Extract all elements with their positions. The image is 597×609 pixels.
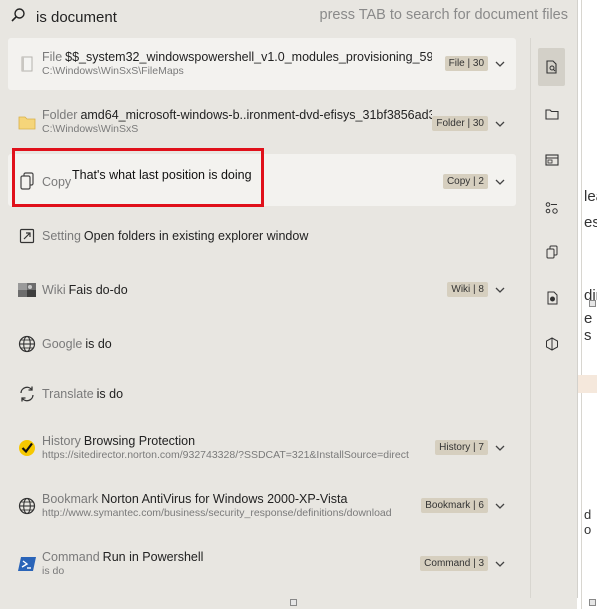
translate-icon: [18, 385, 36, 403]
globe-icon: [18, 335, 36, 353]
result-badge: Wiki | 8: [447, 282, 488, 297]
result-text: Command Run in Powershell is do: [42, 549, 432, 578]
file-icon: [18, 55, 36, 73]
resize-handle-corner[interactable]: [589, 599, 596, 606]
result-text: Google is do: [42, 336, 432, 352]
search-hint: press TAB to search for document files: [319, 7, 569, 23]
result-item-file[interactable]: File $$_system32_windowspowershell_v1.0_m…: [8, 38, 516, 90]
result-text: File $$_system32_windowspowershell_v1.0_m…: [42, 49, 432, 78]
result-title: Run in Powershell: [102, 550, 204, 564]
search-icon: [11, 8, 25, 22]
wiki-thumbnail-icon: [18, 281, 36, 299]
result-text: History Browsing Protection https://sited…: [42, 433, 432, 462]
chevron-down-icon[interactable]: [494, 284, 506, 296]
window-icon: [544, 153, 559, 166]
chevron-down-icon[interactable]: [494, 442, 506, 454]
result-item-command[interactable]: Command Run in Powershell is do Command |…: [8, 538, 516, 590]
result-type: Folder: [42, 108, 78, 122]
result-item-translate[interactable]: Translate is do: [8, 368, 516, 420]
result-title: Norton AntiVirus for Windows 2000-XP-Vis…: [101, 492, 348, 506]
result-title: is do: [85, 337, 112, 351]
copy-outline-icon: [546, 245, 557, 258]
result-item-folder[interactable]: Folder amd64_microsoft-windows-b..ironmen…: [8, 96, 516, 148]
result-text: Setting Open folders in existing explorer…: [42, 228, 432, 244]
rail-settings-button[interactable]: [538, 194, 565, 221]
result-item-history[interactable]: History Browsing Protection https://sited…: [8, 422, 516, 474]
powershell-icon: [18, 555, 36, 573]
chevron-down-icon[interactable]: [494, 558, 506, 570]
result-type: Wiki: [42, 283, 66, 297]
result-title: Fais do-do: [68, 283, 128, 297]
background-divider: [581, 0, 582, 609]
result-badge: File | 30: [444, 56, 488, 71]
result-title: $$_system32_windowspowershell_v1.0_modul…: [65, 50, 432, 64]
result-badge: Command | 3: [420, 556, 488, 571]
background-text-4: e s: [584, 310, 593, 344]
norton-check-icon: [18, 439, 36, 457]
result-badge: History | 7: [435, 440, 488, 455]
chevron-down-icon[interactable]: [494, 176, 506, 188]
result-item-wiki[interactable]: Wiki Fais do-do Wiki | 8: [8, 264, 516, 316]
folder-outline-icon: [544, 108, 559, 120]
browser-icon: [547, 291, 557, 304]
result-item-google[interactable]: Google is do: [8, 318, 516, 370]
result-type: Google: [42, 337, 83, 351]
right-rail: [530, 38, 571, 598]
rail-clipboard-button[interactable]: [538, 238, 565, 265]
rail-search-files-button[interactable]: [538, 48, 565, 86]
background-text-1: lea: [584, 188, 597, 205]
result-badge: Copy | 2: [442, 174, 488, 189]
result-type: File: [42, 50, 63, 64]
rail-folder-button[interactable]: [538, 100, 565, 127]
chevron-down-icon[interactable]: [494, 118, 506, 130]
result-title: Browsing Protection: [83, 434, 196, 448]
launcher-panel: press TAB to search for document files F…: [0, 0, 578, 598]
search-input[interactable]: [34, 5, 298, 29]
result-title: Open folders in existing explorer window: [83, 229, 309, 243]
background-text-2: es: [584, 214, 597, 231]
settings-list-icon: [545, 201, 558, 214]
folder-icon: [18, 113, 36, 131]
result-text: Wiki Fais do-do: [42, 282, 432, 298]
result-title: amd64_microsoft-windows-b..ironment-dvd-…: [80, 108, 432, 122]
result-subtitle: C:\Windows\WinSxS\FileMaps: [42, 65, 184, 77]
result-type: History: [42, 434, 81, 448]
result-text: Bookmark Norton AntiVirus for Windows 200…: [42, 491, 432, 520]
rail-cube-button[interactable]: [538, 330, 565, 357]
background-bar: [577, 375, 597, 393]
result-badge: Bookmark | 6: [421, 498, 488, 513]
rail-window-button[interactable]: [538, 146, 565, 173]
rail-web-button[interactable]: [538, 284, 565, 311]
result-item-bookmark[interactable]: Bookmark Norton AntiVirus for Windows 200…: [8, 480, 516, 532]
cube-icon: [545, 336, 558, 351]
result-type: Translate: [42, 387, 94, 401]
result-subtitle: is do: [42, 565, 65, 577]
result-badge: Folder | 30: [432, 116, 488, 131]
result-text: Folder amd64_microsoft-windows-b..ironmen…: [42, 107, 432, 136]
result-text: Translate is do: [42, 386, 432, 402]
result-subtitle: C:\Windows\WinSxS: [42, 123, 139, 135]
red-highlight-box: [12, 148, 264, 207]
result-type: Setting: [42, 229, 81, 243]
background-text-5: d o: [584, 507, 592, 537]
chevron-down-icon[interactable]: [494, 500, 506, 512]
search-file-icon: [545, 60, 557, 74]
resize-handle-bottom[interactable]: [290, 599, 297, 606]
result-subtitle: https://sitedirector.norton.com/93274332…: [42, 449, 409, 461]
result-type: Bookmark: [42, 492, 99, 506]
globe-icon: [18, 497, 36, 515]
setting-arrow-icon: [18, 227, 36, 245]
resize-handle-right[interactable]: [589, 300, 596, 307]
search-bar: press TAB to search for document files: [0, 0, 577, 32]
result-item-setting[interactable]: Setting Open folders in existing explorer…: [8, 210, 516, 262]
result-type: Command: [42, 550, 100, 564]
result-subtitle: http://www.symantec.com/business/securit…: [42, 507, 392, 519]
chevron-down-icon[interactable]: [494, 58, 506, 70]
result-title: is do: [96, 387, 124, 401]
